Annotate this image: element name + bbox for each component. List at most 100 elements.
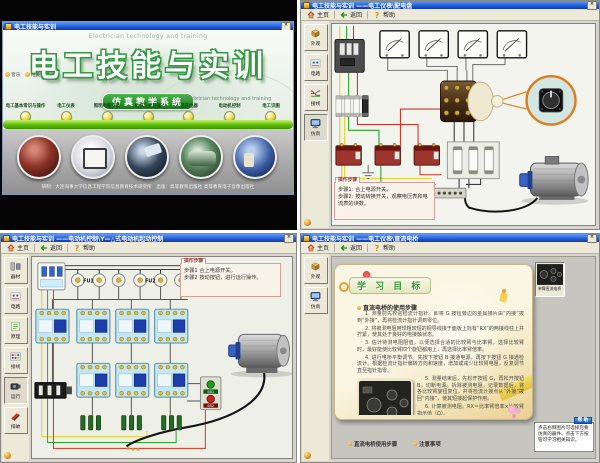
sidebar-item-appearance[interactable]: 外观 <box>304 24 328 51</box>
terminal-strip <box>430 188 466 198</box>
screen: 电工技能与实训 × Electrician technology and tra… <box>0 0 600 463</box>
motor <box>520 156 588 204</box>
corner-music-icon[interactable] <box>304 219 311 226</box>
sb1-label: SB1 <box>207 390 214 394</box>
fu2-label: FU2 <box>145 279 156 285</box>
heading-ring-icon <box>339 282 349 292</box>
step-line-2: 步骤2: 按动转换开关，观察电压表和电流表的读数。 <box>338 194 432 208</box>
home-button[interactable]: 主页 <box>303 10 333 20</box>
bottom-links: 直流电桥使用步骤 注意事项 <box>348 440 441 448</box>
menu-item-diagram-reading[interactable]: 电工识图 <box>250 102 291 122</box>
panel-dc-bridge: 电工技能与实训 ——电工仪表\直流电桥 × 主页 返回 ? 帮助 <box>300 233 600 463</box>
corner-music-icon[interactable] <box>4 452 11 459</box>
sb2-label: SB2 <box>207 404 214 408</box>
fu1-label: FU1 <box>83 279 94 285</box>
help-button[interactable]: ? 帮助 <box>369 10 399 20</box>
analog-meters <box>380 31 527 58</box>
thermal-elements <box>81 415 182 429</box>
box-icon <box>309 261 322 272</box>
svg-text:?: ? <box>375 11 380 19</box>
operation-steps-box: 操作步骤 步骤1: 合上电源开关。 步骤2: 按动转换开关，观察电压表和电流表的… <box>334 182 435 220</box>
sidebar-item-schematic[interactable]: 原理 <box>4 317 28 344</box>
product-band: 研制：大连海事大学信息工程学院信息教育技术研究所 出版：高等教育出版社 高等教育… <box>3 129 293 194</box>
sidebar-item-simulation[interactable]: 仿真 <box>304 287 328 314</box>
power-breaker[interactable] <box>335 39 364 72</box>
precautions-link[interactable]: 注意事项 <box>413 440 441 448</box>
photo-meter <box>71 135 115 179</box>
bullet-icon <box>348 442 352 446</box>
fuse-row: FU1 FU2 <box>71 274 187 287</box>
help-tab: 帮 助 <box>574 417 592 424</box>
sidebar-item-equipment[interactable]: 器材 <box>4 257 28 284</box>
window-title: 电工技能与实训 ——电工仪表\配电盘 <box>312 1 585 10</box>
window-title: 电工技能与实训 ——电工仪表\直流电桥 <box>312 234 585 243</box>
back-button[interactable]: 返回 <box>336 10 366 20</box>
motor-titlebar: 电工技能与实训 ——电动机控制\Y—△式电动机起动控制 × <box>1 234 296 242</box>
current-transformers <box>336 143 440 178</box>
help-text: 点击右侧图片可选择您要仿真的器件。点击下方按钮可学习相关知识。 <box>538 426 591 444</box>
splash-body: Electrician technology and training 音乐 相… <box>3 30 293 194</box>
close-icon[interactable]: × <box>284 234 294 243</box>
home-icon <box>307 11 315 19</box>
sidebar-item-circuit[interactable]: 电路 <box>304 54 328 81</box>
sidebar-item-appearance[interactable]: 外观 <box>304 257 328 284</box>
photo-wires <box>17 135 61 179</box>
motor-canvas: FU1 FU2 <box>31 256 293 459</box>
operation-steps-tab: 操作步骤 <box>335 177 360 183</box>
home-button[interactable]: 主页 <box>3 243 33 253</box>
menu-item-lighting[interactable]: 照明电路安装 <box>87 102 128 122</box>
rotary-cam-switch[interactable] <box>441 81 504 122</box>
help-box: 帮 助 点击右侧图片可选择您要仿真的器件。点击下方按钮可学习相关知识。 <box>534 422 594 452</box>
terminals-icon <box>9 351 22 362</box>
device-thumbnail-button[interactable]: 单臂直流电桥 <box>535 262 565 297</box>
menu-item-lowvoltage[interactable]: 低压电器 <box>168 102 209 122</box>
photo-component <box>125 135 169 179</box>
bullet-icon <box>413 442 417 446</box>
circuit-icon <box>309 58 322 69</box>
magnifier-callout <box>503 76 575 124</box>
help-icon: ? <box>373 244 381 252</box>
sidebar-item-run[interactable]: 运行 <box>4 377 28 404</box>
learning-card: 学 习 目 标 直流电桥的使用步骤 1. 测量前先校验检流计指针。即将 G 按钮… <box>334 264 533 420</box>
bridge-sidebar: 外观 仿真 <box>302 254 329 461</box>
monitor-icon <box>309 291 322 302</box>
circuit-breaker[interactable] <box>38 263 65 290</box>
menu-item-instruments[interactable]: 电工仪表 <box>46 102 87 122</box>
fuse-bank <box>447 142 499 179</box>
close-icon[interactable]: × <box>587 1 597 10</box>
help-icon: ? <box>73 244 81 252</box>
home-button[interactable]: 主页 <box>303 243 333 253</box>
menu-item-motor-control[interactable]: 电动机控制 <box>209 102 250 122</box>
close-icon[interactable]: × <box>587 234 597 243</box>
pushbutton-station[interactable]: SB1 SB2 <box>200 377 220 410</box>
sidebar-item-simulation[interactable]: 仿真 <box>304 114 328 141</box>
panel-meter-wiring: 电工技能与实训 ——电工仪表\配电盘 × 主页 返回 ? 帮助 <box>300 0 600 230</box>
help-icon: ? <box>373 11 381 19</box>
help-button[interactable]: ? 帮助 <box>369 243 399 253</box>
step-line-1: 步骤1 合上电源开关。 <box>184 268 278 275</box>
fuse-links <box>336 96 368 117</box>
app-icon <box>303 235 310 242</box>
english-watermark: Electrician technology and training <box>3 33 293 40</box>
main-menu: 电工基本常识与操作 电工仪表 照明电路安装 电机与变压器 <box>5 102 291 122</box>
sidebar-item-circuit[interactable]: 电路 <box>4 287 28 314</box>
back-arrow-icon <box>340 11 348 19</box>
menu-item-basics[interactable]: 电工基本常识与操作 <box>5 102 46 122</box>
window-title: 电工技能与实训 ——电动机控制\Y—△式电动机起动控制 <box>12 234 282 243</box>
photo-parts <box>233 135 277 179</box>
menu-item-motors-transformers[interactable]: 电机与变压器 <box>128 102 169 122</box>
sidebar-item-wiring[interactable]: 接线 <box>4 347 28 374</box>
back-button[interactable]: 返回 <box>336 243 366 253</box>
wiring-icon <box>309 88 322 99</box>
back-button[interactable]: 返回 <box>36 243 66 253</box>
sidebar-item-troubleshoot[interactable]: 排故 <box>4 407 28 434</box>
run-icon <box>9 381 22 392</box>
monitor-icon <box>309 118 322 129</box>
usage-steps-link[interactable]: 直流电桥使用步骤 <box>348 440 397 448</box>
corner-music-icon[interactable] <box>304 452 311 459</box>
sidebar-item-wiring[interactable]: 接线 <box>304 84 328 111</box>
help-button[interactable]: ? 帮助 <box>69 243 99 253</box>
splash-titlebar: 电工技能与实训 × <box>3 22 293 30</box>
knife-switch[interactable] <box>35 383 72 398</box>
learning-goal-heading: 学 习 目 标 <box>349 277 431 294</box>
